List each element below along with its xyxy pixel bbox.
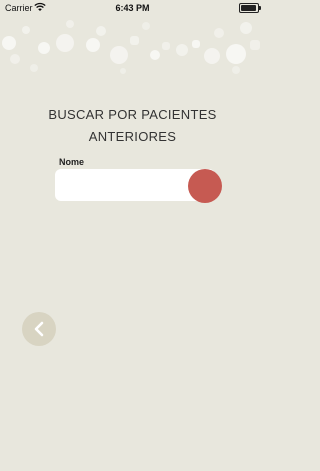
page-title: BUSCAR POR PACIENTES ANTERIORES bbox=[0, 104, 265, 148]
name-field-label: Nome bbox=[59, 157, 85, 167]
search-button[interactable] bbox=[188, 169, 222, 203]
status-time: 6:43 PM bbox=[115, 3, 150, 13]
page-title-line-1: BUSCAR POR PACIENTES bbox=[48, 107, 217, 122]
page-title-line-2: ANTERIORES bbox=[88, 129, 177, 144]
status-bar: Carrier 6:43 PM bbox=[0, 0, 265, 16]
decorative-header-background bbox=[0, 16, 265, 86]
back-button[interactable] bbox=[22, 312, 56, 346]
chevron-left-icon bbox=[34, 321, 44, 337]
battery-icon bbox=[239, 3, 261, 13]
